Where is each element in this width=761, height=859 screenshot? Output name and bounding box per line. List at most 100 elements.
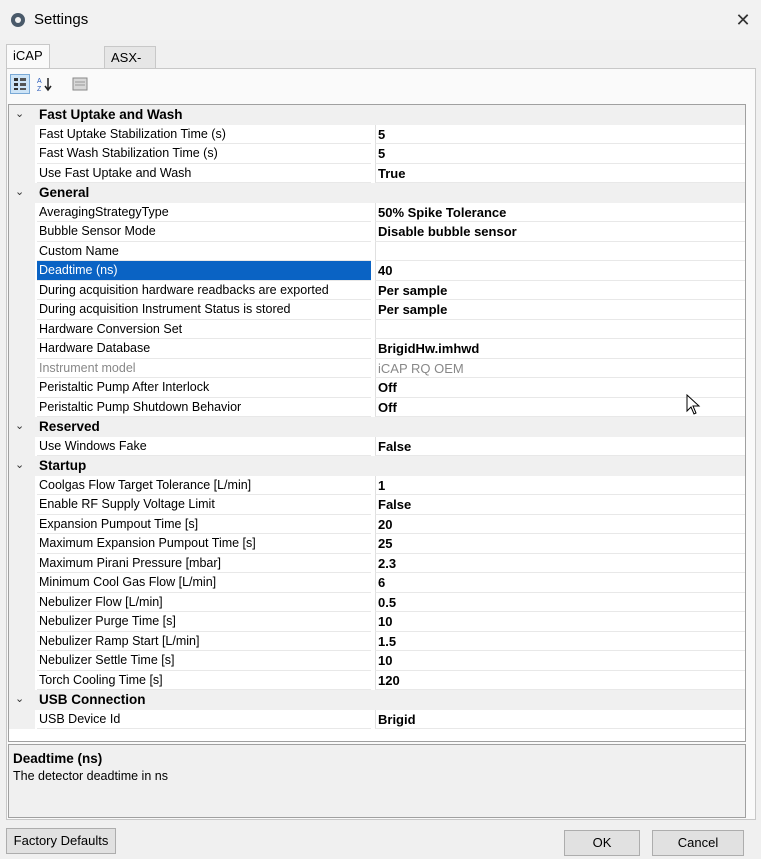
property-name[interactable]: USB Device Id <box>37 710 371 729</box>
property-value[interactable]: 50% Spike Tolerance <box>375 202 745 222</box>
category-row[interactable]: ⌄ Fast Uptake and Wash <box>9 105 745 125</box>
property-name[interactable]: Maximum Expansion Pumpout Time [s] <box>37 534 371 554</box>
property-value[interactable]: Brigid <box>375 709 745 729</box>
property-value[interactable]: 120 <box>375 670 745 690</box>
property-row[interactable]: Nebulizer Ramp Start [L/min] 1.5 <box>9 631 745 651</box>
property-value[interactable]: 20 <box>375 514 745 534</box>
property-value[interactable]: 1.5 <box>375 631 745 651</box>
property-name[interactable]: Nebulizer Ramp Start [L/min] <box>37 632 371 651</box>
property-value[interactable]: 40 <box>375 261 745 281</box>
property-name[interactable]: Expansion Pumpout Time [s] <box>37 515 371 534</box>
property-name[interactable]: Custom Name <box>37 242 371 261</box>
row-gutter <box>9 222 35 242</box>
category-row[interactable]: ⌄ General <box>9 183 745 203</box>
tab-icap-rq-oem[interactable]: iCAP RQ OEM <box>6 44 50 107</box>
property-value[interactable]: 10 <box>375 612 745 632</box>
property-row[interactable]: AveragingStrategyType 50% Spike Tolerance <box>9 202 745 222</box>
property-value[interactable]: 1 <box>375 475 745 495</box>
property-name[interactable]: During acquisition hardware readbacks ar… <box>37 281 371 300</box>
property-name[interactable]: During acquisition Instrument Status is … <box>37 300 371 320</box>
property-name[interactable]: Peristaltic Pump After Interlock <box>37 378 371 398</box>
property-row[interactable]: Instrument model iCAP RQ OEM <box>9 358 745 378</box>
category-row[interactable]: ⌄ Startup <box>9 456 745 476</box>
property-value[interactable] <box>375 241 745 261</box>
property-value[interactable]: 0.5 <box>375 592 745 612</box>
property-row[interactable]: Bubble Sensor Mode Disable bubble sensor <box>9 222 745 242</box>
property-name[interactable]: Hardware Conversion Set <box>37 320 371 339</box>
property-name[interactable]: Coolgas Flow Target Tolerance [L/min] <box>37 476 371 495</box>
alphabetical-button[interactable]: A Z <box>34 74 54 94</box>
property-name[interactable]: Nebulizer Flow [L/min] <box>37 593 371 612</box>
property-row[interactable]: Maximum Pirani Pressure [mbar] 2.3 <box>9 553 745 573</box>
property-row[interactable]: Coolgas Flow Target Tolerance [L/min] 1 <box>9 475 745 495</box>
property-row[interactable]: Nebulizer Purge Time [s] 10 <box>9 612 745 632</box>
property-pages-button[interactable] <box>70 74 90 94</box>
property-name[interactable]: Fast Wash Stabilization Time (s) <box>37 144 371 164</box>
chevron-down-icon[interactable]: ⌄ <box>15 692 24 705</box>
property-value[interactable]: True <box>375 163 745 183</box>
property-row[interactable]: Hardware Conversion Set <box>9 319 745 339</box>
property-value[interactable] <box>375 319 745 339</box>
property-row[interactable]: Nebulizer Flow [L/min] 0.5 <box>9 592 745 612</box>
category-row[interactable]: ⌄ USB Connection <box>9 690 745 710</box>
property-value[interactable]: 5 <box>375 144 745 164</box>
property-name[interactable]: AveragingStrategyType <box>37 203 371 222</box>
row-gutter <box>9 631 35 651</box>
property-row[interactable]: Torch Cooling Time [s] 120 <box>9 670 745 690</box>
chevron-down-icon[interactable]: ⌄ <box>15 107 24 120</box>
property-row[interactable]: Maximum Expansion Pumpout Time [s] 25 <box>9 534 745 554</box>
property-name[interactable]: Minimum Cool Gas Flow [L/min] <box>37 573 371 593</box>
property-value[interactable]: Per sample <box>375 300 745 320</box>
property-name[interactable]: Peristaltic Pump Shutdown Behavior <box>37 398 371 417</box>
property-row[interactable]: Fast Wash Stabilization Time (s) 5 <box>9 144 745 164</box>
property-value[interactable]: BrigidHw.imhwd <box>375 339 745 359</box>
property-value[interactable]: 25 <box>375 534 745 554</box>
property-grid[interactable]: ⌄ Fast Uptake and Wash Fast Uptake Stabili… <box>8 104 746 742</box>
property-row[interactable]: Deadtime (ns) 40 <box>9 261 745 281</box>
property-value[interactable]: 2.3 <box>375 553 745 573</box>
property-row[interactable]: Nebulizer Settle Time [s] 10 <box>9 651 745 671</box>
property-row[interactable]: During acquisition hardware readbacks ar… <box>9 280 745 300</box>
property-row[interactable]: Use Windows Fake False <box>9 436 745 456</box>
property-row[interactable]: Hardware Database BrigidHw.imhwd <box>9 339 745 359</box>
property-value[interactable]: False <box>375 436 745 456</box>
property-row[interactable]: Custom Name <box>9 241 745 261</box>
property-name[interactable]: Instrument model <box>37 359 371 378</box>
property-row[interactable]: Fast Uptake Stabilization Time (s) 5 <box>9 124 745 144</box>
close-button[interactable]: ✕ <box>731 8 755 32</box>
property-row[interactable]: Minimum Cool Gas Flow [L/min] 6 <box>9 573 745 593</box>
property-row[interactable]: Use Fast Uptake and Wash True <box>9 163 745 183</box>
property-name[interactable]: Fast Uptake Stabilization Time (s) <box>37 125 371 144</box>
property-value[interactable]: Per sample <box>375 280 745 300</box>
property-name[interactable]: Nebulizer Settle Time [s] <box>37 651 371 671</box>
factory-defaults-button[interactable]: Factory Defaults <box>6 828 116 854</box>
property-name[interactable]: Nebulizer Purge Time [s] <box>37 612 371 632</box>
property-row[interactable]: USB Device Id Brigid <box>9 709 745 729</box>
chevron-down-icon[interactable]: ⌄ <box>15 185 24 198</box>
property-row[interactable]: Enable RF Supply Voltage Limit False <box>9 495 745 515</box>
cancel-button[interactable]: Cancel <box>652 830 744 856</box>
categorized-button[interactable] <box>10 74 30 94</box>
property-value[interactable]: 6 <box>375 573 745 593</box>
property-name[interactable]: Enable RF Supply Voltage Limit <box>37 495 371 515</box>
ok-button[interactable]: OK <box>564 830 640 856</box>
category-row[interactable]: ⌄ Reserved <box>9 417 745 437</box>
property-value[interactable]: Disable bubble sensor <box>375 222 745 242</box>
chevron-down-icon[interactable]: ⌄ <box>15 419 24 432</box>
property-row[interactable]: Peristaltic Pump After Interlock Off <box>9 378 745 398</box>
property-value[interactable]: 10 <box>375 651 745 671</box>
property-row[interactable]: During acquisition Instrument Status is … <box>9 300 745 320</box>
property-row[interactable]: Peristaltic Pump Shutdown Behavior Off <box>9 397 745 417</box>
property-name[interactable]: Use Windows Fake <box>37 437 371 456</box>
property-name[interactable]: Maximum Pirani Pressure [mbar] <box>37 554 371 573</box>
chevron-down-icon[interactable]: ⌄ <box>15 458 24 471</box>
property-row[interactable]: Expansion Pumpout Time [s] 20 <box>9 514 745 534</box>
property-value[interactable]: 5 <box>375 124 745 144</box>
property-name[interactable]: Bubble Sensor Mode <box>37 222 371 242</box>
property-name[interactable]: Hardware Database <box>37 339 371 359</box>
property-name[interactable]: Torch Cooling Time [s] <box>37 671 371 690</box>
property-name[interactable]: Deadtime (ns) <box>37 261 371 281</box>
property-value[interactable]: False <box>375 495 745 515</box>
property-name[interactable]: Use Fast Uptake and Wash <box>37 164 371 183</box>
tab-asx-560[interactable]: ASX-560 (OEM) <box>104 46 157 109</box>
